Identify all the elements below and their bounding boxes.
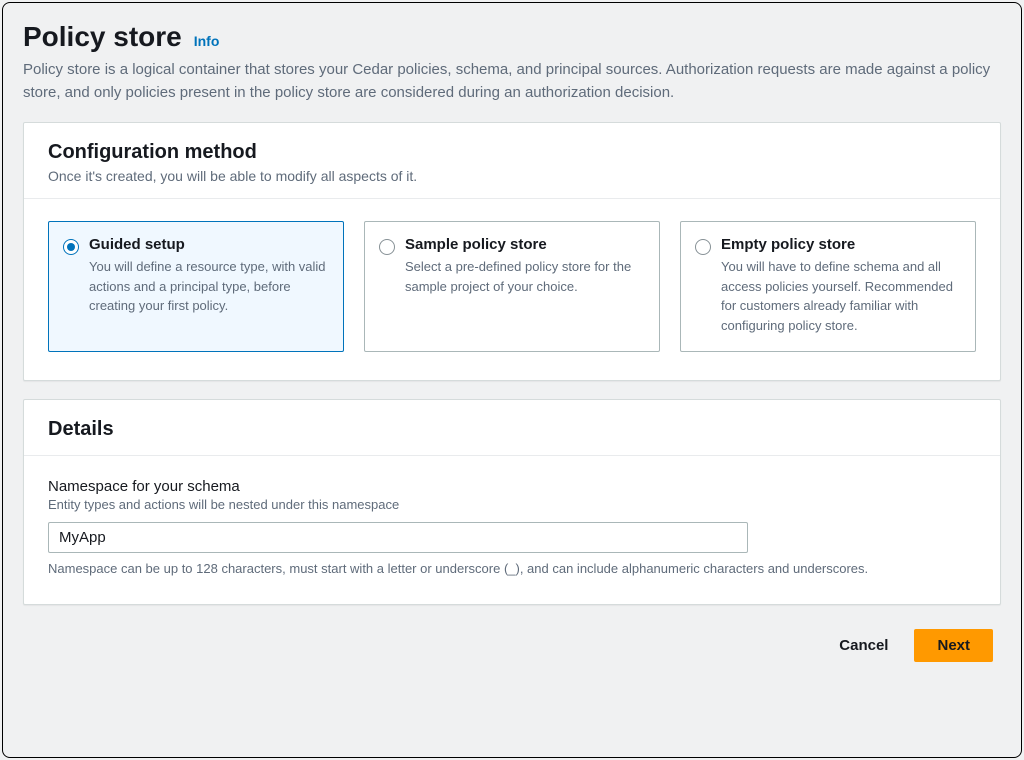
tile-title: Empty policy store: [721, 236, 961, 253]
config-method-panel: Configuration method Once it's created, …: [23, 122, 1001, 381]
tile-description: You will have to define schema and all a…: [721, 257, 961, 335]
namespace-hint: Entity types and actions will be nested …: [48, 497, 976, 512]
tile-row: Guided setup You will define a resource …: [48, 221, 976, 352]
namespace-input[interactable]: [48, 522, 748, 553]
config-method-header: Configuration method Once it's created, …: [24, 123, 1000, 198]
details-body: Namespace for your schema Entity types a…: [24, 456, 1000, 604]
config-method-title: Configuration method: [48, 141, 976, 164]
details-panel: Details Namespace for your schema Entity…: [23, 399, 1001, 605]
config-method-body: Guided setup You will define a resource …: [24, 199, 1000, 380]
page-header: Policy store Info Policy store is a logi…: [23, 21, 1001, 104]
option-sample-policy-store[interactable]: Sample policy store Select a pre-defined…: [364, 221, 660, 352]
footer-actions: Cancel Next: [23, 629, 1001, 662]
tile-content: Sample policy store Select a pre-defined…: [405, 236, 645, 335]
namespace-constraint: Namespace can be up to 128 characters, m…: [48, 561, 976, 576]
config-method-subtitle: Once it's created, you will be able to m…: [48, 168, 976, 184]
next-button[interactable]: Next: [914, 629, 993, 662]
radio-icon: [695, 239, 711, 255]
tile-title: Sample policy store: [405, 236, 645, 253]
tile-content: Guided setup You will define a resource …: [89, 236, 329, 335]
option-guided-setup[interactable]: Guided setup You will define a resource …: [48, 221, 344, 352]
title-row: Policy store Info: [23, 21, 1001, 53]
details-title: Details: [48, 418, 976, 441]
tile-title: Guided setup: [89, 236, 329, 253]
tile-content: Empty policy store You will have to defi…: [721, 236, 961, 335]
cancel-button[interactable]: Cancel: [827, 629, 900, 662]
radio-icon: [63, 239, 79, 255]
option-empty-policy-store[interactable]: Empty policy store You will have to defi…: [680, 221, 976, 352]
info-link[interactable]: Info: [194, 33, 220, 49]
tile-description: Select a pre-defined policy store for th…: [405, 257, 645, 296]
page-description: Policy store is a logical container that…: [23, 59, 1001, 104]
namespace-label: Namespace for your schema: [48, 478, 976, 495]
page-container: Policy store Info Policy store is a logi…: [2, 2, 1022, 758]
tile-description: You will define a resource type, with va…: [89, 257, 329, 316]
radio-icon: [379, 239, 395, 255]
details-header: Details: [24, 400, 1000, 455]
page-title: Policy store: [23, 21, 182, 53]
